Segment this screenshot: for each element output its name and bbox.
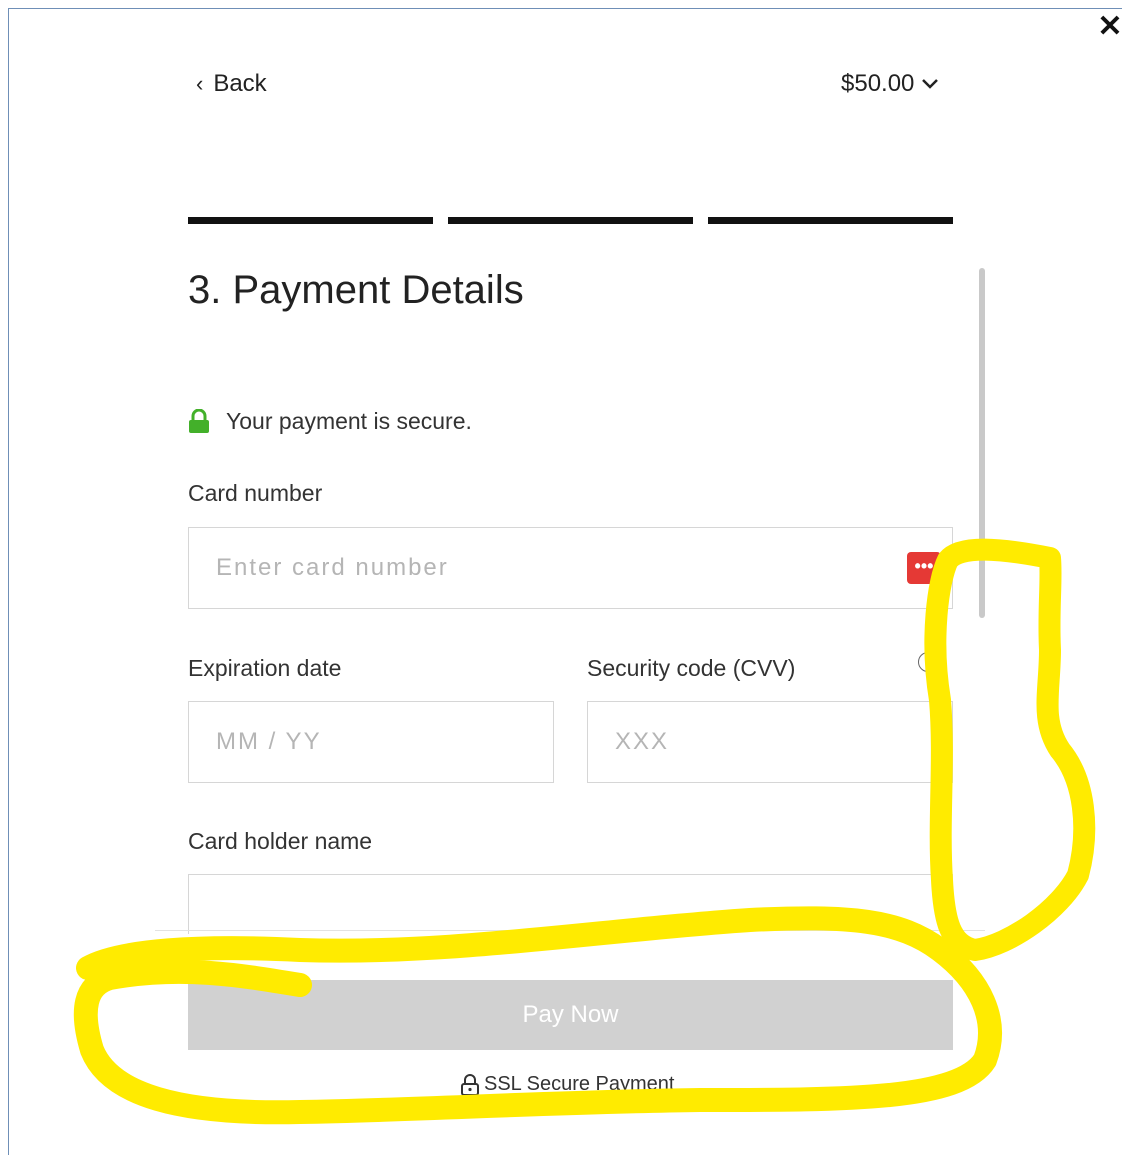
back-button[interactable]: ‹ Back: [196, 70, 267, 98]
step-progress: [188, 217, 953, 224]
expiration-label: Expiration date: [188, 655, 342, 681]
secure-note-text: Your payment is secure.: [226, 408, 472, 434]
expiration-input[interactable]: MM / YY: [188, 701, 554, 783]
back-label: Back: [213, 70, 267, 97]
info-icon[interactable]: ?: [918, 652, 938, 672]
step-bar-2: [448, 217, 693, 224]
chevron-down-icon: [922, 79, 939, 89]
page-title: 3. Payment Details: [188, 268, 524, 312]
pay-now-button[interactable]: Pay Now: [188, 980, 953, 1050]
lock-outline-icon: [461, 1073, 479, 1096]
cvv-label: Security code (CVV): [587, 655, 796, 681]
cvv-input[interactable]: XXX: [587, 701, 953, 783]
expiration-placeholder: MM / YY: [216, 728, 322, 755]
ssl-label: SSL Secure Payment: [484, 1073, 675, 1095]
holder-name-label: Card holder name: [188, 828, 373, 854]
scrollbar[interactable]: [979, 268, 985, 618]
ssl-badge: SSL Secure Payment: [460, 1073, 674, 1096]
close-icon[interactable]: ✕: [1094, 10, 1122, 44]
chevron-left-icon: ‹: [196, 71, 204, 96]
card-number-placeholder: Enter card number: [216, 554, 449, 581]
cvv-placeholder: XXX: [615, 728, 670, 755]
card-number-input[interactable]: Enter card number: [188, 527, 953, 609]
order-amount-toggle[interactable]: $50.00: [841, 70, 940, 98]
amount-label: $50.00: [841, 70, 915, 97]
step-bar-1: [188, 217, 433, 224]
credit-card-icon: •••: [907, 552, 941, 584]
footer-divider: [155, 930, 985, 931]
padlock-icon: [189, 408, 209, 433]
holder-name-input[interactable]: [188, 874, 953, 934]
secure-note: Your payment is secure.: [188, 408, 472, 435]
card-number-label: Card number: [188, 480, 323, 506]
step-bar-3: [708, 217, 953, 224]
